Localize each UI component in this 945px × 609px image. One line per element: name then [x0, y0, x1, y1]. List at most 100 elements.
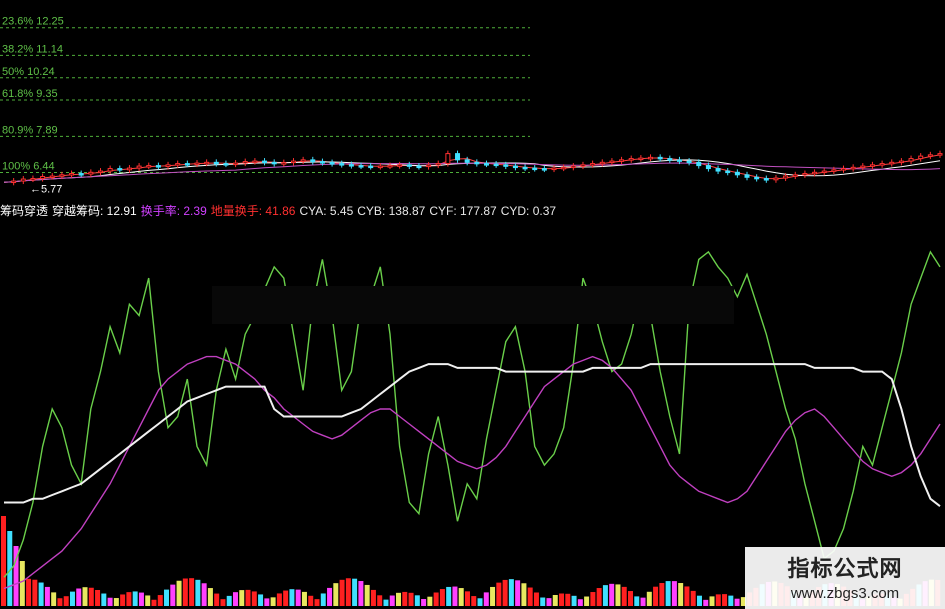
candle-body [754, 176, 760, 180]
volume-bar [327, 587, 333, 606]
candle-body [455, 153, 461, 161]
volume-bar [301, 591, 307, 606]
candle-body [30, 178, 36, 181]
watermark-title: 指标公式网 [787, 556, 903, 581]
candle-body [821, 170, 827, 174]
volume-bar [577, 599, 583, 606]
candle-body [300, 159, 306, 162]
volume-bar [295, 589, 301, 606]
volume-bar [659, 583, 665, 606]
volume-bar [308, 595, 314, 606]
legend-item-4: CYA: 5.45 [299, 204, 354, 218]
volume-bar [345, 578, 351, 606]
volume-bar [615, 584, 621, 606]
volume-bar [458, 588, 464, 606]
candle-body [512, 165, 518, 169]
volume-bar [176, 580, 182, 606]
low-price-label: ←5.77 [30, 183, 62, 195]
fib-label-5: 100% 6.44 [2, 161, 55, 173]
candle-body [792, 174, 798, 177]
volume-bar [446, 586, 452, 606]
volume-bar [634, 596, 640, 606]
fib-label-0: 23.6% 12.25 [2, 16, 64, 28]
volume-bar [709, 596, 715, 606]
candle-body [88, 171, 94, 175]
candle-body [599, 161, 605, 165]
candle-body [927, 154, 933, 157]
candle-body [696, 161, 702, 167]
volume-bar [245, 589, 251, 606]
volume-bar [621, 586, 627, 606]
volume-bar [32, 579, 38, 606]
candle-body [310, 159, 316, 163]
candle-body [638, 157, 644, 161]
candle-body [464, 159, 470, 163]
candle-body [175, 163, 181, 166]
candle-body [223, 163, 229, 166]
legend-item-6: CYF: 177.87 [429, 204, 497, 218]
volume-bar [540, 597, 546, 606]
candle-body [435, 163, 441, 166]
candle-body [387, 165, 393, 168]
volume-bar [63, 596, 69, 606]
volume-bar [508, 579, 514, 606]
candle-body [580, 164, 586, 167]
volume-bar [671, 581, 677, 606]
volume-bar [126, 592, 132, 606]
candle-body [136, 165, 142, 169]
candle-body [503, 164, 509, 167]
volume-bar [734, 598, 740, 606]
volume-bar [88, 587, 94, 606]
volume-bar [596, 588, 602, 606]
volume-bar [320, 593, 326, 606]
candle-body [619, 159, 625, 162]
volume-bar [19, 561, 25, 606]
candle-body [850, 166, 856, 170]
volume-bar [138, 592, 144, 606]
candle-body [426, 164, 432, 168]
candle-body [262, 160, 268, 164]
candle-body [551, 167, 557, 171]
volume-bar [408, 592, 414, 606]
candle-body [686, 160, 692, 164]
watermark-url: www.zbgs3.com [790, 585, 900, 602]
volume-bar [195, 579, 201, 606]
candle-body [908, 158, 914, 162]
volume-bar [226, 595, 232, 606]
candle-body [898, 160, 904, 164]
volume-bar [546, 598, 552, 606]
volume-bar [678, 583, 684, 606]
candle-body [213, 161, 219, 165]
volume-bar [220, 599, 226, 606]
candle-body [831, 169, 837, 172]
candle-body [725, 170, 731, 174]
legend-item-5: CYB: 138.87 [357, 204, 426, 218]
candle-body [937, 153, 943, 156]
volume-bar [646, 591, 652, 606]
volume-bar [364, 584, 370, 606]
volume-bar [427, 596, 433, 606]
volume-bar [414, 595, 420, 606]
candle-body [204, 161, 210, 165]
watermark: 指标公式网 www.zbgs3.com [745, 547, 945, 609]
candle-body [146, 165, 152, 168]
candle-body [97, 170, 103, 174]
volume-bar [370, 589, 376, 606]
volume-bar [565, 593, 571, 606]
volume-bar [722, 594, 728, 606]
volume-bar [559, 593, 565, 606]
volume-bar [377, 595, 383, 606]
candle-body [879, 163, 885, 166]
volume-bar [728, 595, 734, 606]
candle-body [445, 153, 451, 165]
candle-body [561, 166, 567, 170]
volume-bar [421, 599, 427, 606]
volume-bar [69, 591, 75, 606]
volume-bar [82, 587, 88, 606]
volume-bar [358, 581, 364, 606]
candle-body [783, 175, 789, 179]
candle-body [49, 175, 55, 179]
volume-bar [609, 583, 615, 606]
candle-body [78, 173, 84, 176]
volume-bar [44, 586, 50, 606]
